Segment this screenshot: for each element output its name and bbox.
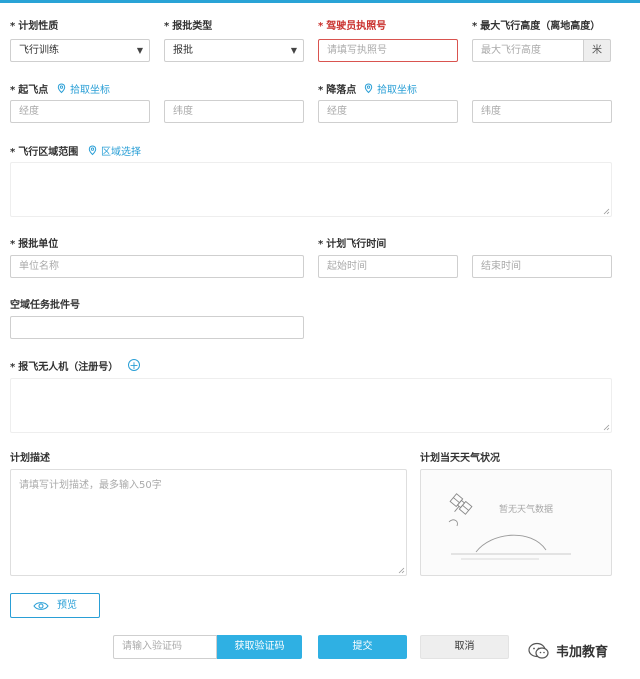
map-pin-icon [88, 145, 97, 156]
max-altitude-label: * 最大飞行高度（离地高度） [472, 21, 601, 32]
approval-unit-label: * 报批单位 [10, 239, 59, 250]
satellite-icon [449, 493, 473, 515]
no-weather-illustration: 暂无天气数据 [448, 493, 571, 560]
wechat-icon [528, 642, 549, 659]
wechat-watermark: 韦加教育 [528, 641, 608, 660]
airspace-number-input[interactable] [10, 316, 304, 339]
resize-handle-icon [603, 208, 610, 215]
svg-text:暂无天气数据: 暂无天气数据 [499, 503, 553, 515]
takeoff-latitude-input[interactable]: 纬度 [164, 100, 304, 123]
dropdown-caret-icon: ▼ [136, 46, 143, 55]
plan-nature-label: * 计划性质 [10, 21, 59, 32]
takeoff-pick-coords-link[interactable]: 拾取坐标 [56, 81, 110, 96]
approval-type-select[interactable]: 报批 ▼ [164, 39, 304, 62]
landing-label: * 降落点 [318, 85, 357, 96]
description-textarea[interactable]: 请填写计划描述，最多输入50字 [10, 469, 407, 576]
flight-time-label: * 计划飞行时间 [318, 239, 387, 250]
area-select-link[interactable]: 区域选择 [87, 143, 141, 158]
captcha-input[interactable]: 请输入验证码 [113, 635, 217, 659]
drones-label: * 报飞无人机（注册号） [10, 362, 119, 373]
get-captcha-button[interactable]: 获取验证码 [217, 635, 302, 659]
description-label: 计划描述 [10, 453, 50, 464]
resize-handle-icon [398, 567, 405, 574]
weather-label: 计划当天天气状况 [420, 453, 500, 464]
preview-button[interactable]: 预览 [10, 593, 100, 618]
start-time-input[interactable]: 起始时间 [318, 255, 458, 278]
pilot-license-input[interactable]: 请填写执照号 [318, 39, 458, 62]
resize-handle-icon [603, 424, 610, 431]
eye-icon [33, 601, 49, 610]
pilot-license-label: * 驾驶员执照号 [318, 21, 387, 32]
takeoff-label: * 起飞点 [10, 85, 49, 96]
flight-area-label: * 飞行区域范围 [10, 147, 79, 158]
dropdown-caret-icon: ▼ [290, 46, 297, 55]
landing-pick-coords-link[interactable]: 拾取坐标 [363, 81, 417, 96]
plan-nature-select[interactable]: 飞行训练 ▼ [10, 39, 150, 62]
weather-image: 暂无天气数据 [420, 469, 612, 576]
landing-latitude-input[interactable]: 纬度 [472, 100, 612, 123]
max-altitude-input[interactable]: 最大飞行高度 [472, 39, 584, 62]
description-placeholder: 请填写计划描述，最多输入50字 [19, 480, 162, 491]
approval-type-label: * 报批类型 [164, 21, 213, 32]
altitude-unit-addon: 米 [583, 39, 611, 62]
add-drone-icon[interactable]: + [128, 359, 140, 371]
map-pin-icon [364, 83, 373, 94]
airspace-number-label: 空域任务批件号 [10, 300, 80, 311]
end-time-input[interactable]: 结束时间 [472, 255, 612, 278]
approval-unit-input[interactable]: 单位名称 [10, 255, 304, 278]
flight-area-textarea[interactable] [10, 162, 612, 217]
map-pin-icon [57, 83, 66, 94]
top-accent-bar [0, 0, 640, 3]
cancel-button[interactable]: 取消 [420, 635, 509, 659]
takeoff-longitude-input[interactable]: 经度 [10, 100, 150, 123]
landing-longitude-input[interactable]: 经度 [318, 100, 458, 123]
drones-textarea[interactable] [10, 378, 612, 433]
submit-button[interactable]: 提交 [318, 635, 407, 659]
